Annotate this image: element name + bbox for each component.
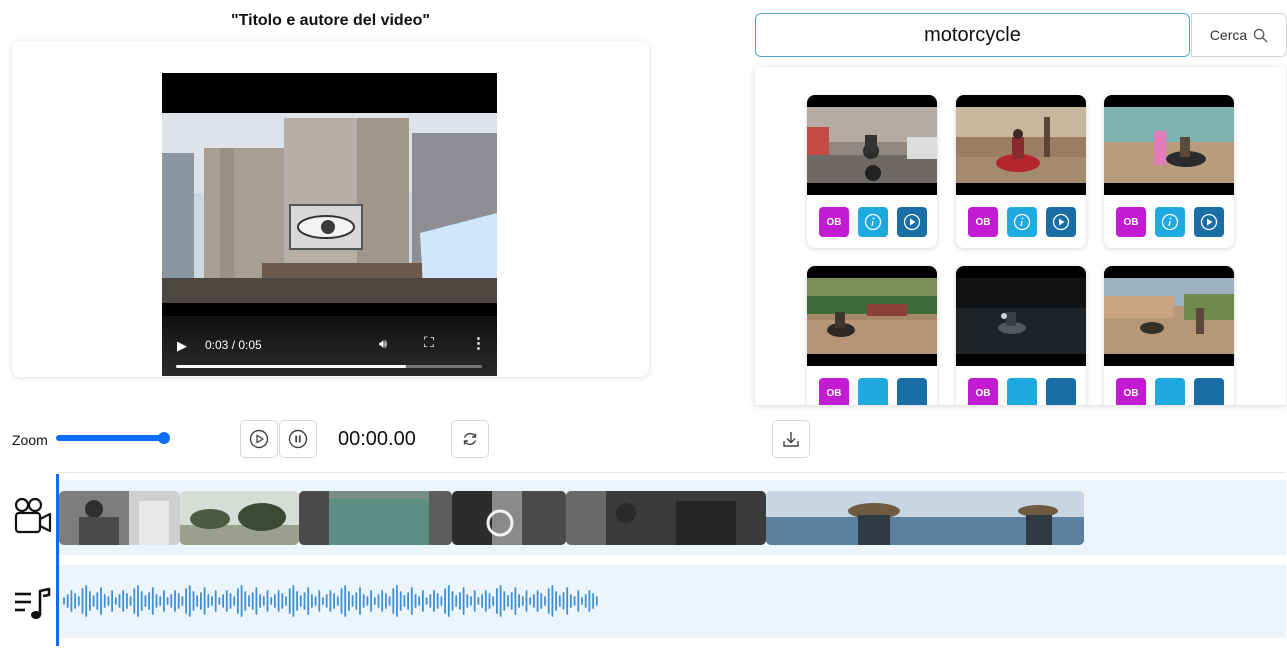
result-card[interactable]: OB (807, 95, 937, 248)
video-frame (162, 113, 497, 303)
play-circle-icon (1200, 213, 1218, 231)
info-button[interactable] (858, 378, 888, 405)
preview-button[interactable] (1046, 207, 1076, 237)
result-thumbnail[interactable] (956, 95, 1086, 195)
result-thumbnail[interactable] (807, 266, 937, 366)
video-clip[interactable] (299, 491, 452, 545)
video-title: "Titolo e autore del video" (231, 12, 430, 29)
zoom-slider[interactable] (56, 435, 168, 441)
result-actions: OB (1116, 378, 1224, 405)
video-clip[interactable] (180, 491, 299, 545)
result-card[interactable]: OB (1104, 266, 1234, 405)
ob-button[interactable]: OB (968, 378, 998, 405)
info-icon (1013, 213, 1031, 231)
video-clips (59, 491, 1084, 545)
play-circle-icon (1052, 213, 1070, 231)
ob-button[interactable]: OB (968, 207, 998, 237)
ob-button[interactable]: OB (1116, 378, 1146, 405)
preview-button[interactable] (1194, 207, 1224, 237)
search-input[interactable] (755, 13, 1190, 57)
result-thumbnail[interactable] (1104, 266, 1234, 366)
play-icon (249, 429, 269, 449)
result-card[interactable]: OB (956, 95, 1086, 248)
preview-button[interactable] (897, 207, 927, 237)
video-camera-icon (14, 497, 52, 534)
ob-button[interactable]: OB (1116, 207, 1146, 237)
thumbnail-image (1104, 278, 1234, 354)
result-actions: OB (968, 207, 1076, 237)
thumbnail-image (1104, 107, 1234, 183)
video-player[interactable]: ▶ 0:03 / 0:05 🔊︎ ⛶ ⋮ (162, 73, 497, 376)
info-button[interactable] (1155, 207, 1185, 237)
result-thumbnail[interactable] (1104, 95, 1234, 195)
preview-button[interactable] (1194, 378, 1224, 405)
result-card[interactable]: OB (956, 266, 1086, 405)
result-thumbnail[interactable] (956, 266, 1086, 366)
thumbnail-image (956, 278, 1086, 354)
play-button[interactable] (240, 420, 278, 458)
refresh-button[interactable] (451, 420, 489, 458)
volume-icon[interactable]: 🔊︎ (379, 336, 387, 352)
info-button[interactable] (1155, 378, 1185, 405)
search-results-panel[interactable]: OB OB OB OB OB OB (755, 67, 1286, 405)
thumbnail-image (807, 278, 937, 354)
audio-track[interactable] (57, 565, 1286, 638)
info-button[interactable] (1007, 207, 1037, 237)
thumbnail-image (956, 107, 1086, 183)
result-actions: OB (819, 378, 927, 405)
more-options-icon[interactable]: ⋮ (471, 334, 486, 352)
result-actions: OB (968, 378, 1076, 405)
preview-button[interactable] (1046, 378, 1076, 405)
timeline-playhead[interactable] (56, 474, 59, 646)
ob-button[interactable]: OB (819, 207, 849, 237)
zoom-label: Zoom (12, 432, 48, 448)
info-icon (1161, 213, 1179, 231)
video-clip[interactable] (452, 491, 566, 545)
info-button[interactable] (858, 207, 888, 237)
player-controls: ▶ 0:03 / 0:05 🔊︎ ⛶ ⋮ (162, 316, 497, 376)
player-play-icon[interactable]: ▶ (177, 338, 187, 354)
video-card: ▶ 0:03 / 0:05 🔊︎ ⛶ ⋮ (12, 41, 649, 377)
play-circle-icon (903, 213, 921, 231)
result-actions: OB (1116, 207, 1224, 237)
fullscreen-icon[interactable]: ⛶ (424, 334, 434, 351)
player-time: 0:03 / 0:05 (205, 338, 262, 352)
video-clip[interactable] (566, 491, 766, 545)
download-button[interactable] (772, 420, 810, 458)
player-progress-bar[interactable] (176, 365, 482, 368)
thumbnail-image (807, 107, 937, 183)
ob-button[interactable]: OB (819, 378, 849, 405)
result-card[interactable]: OB (1104, 95, 1234, 248)
audio-waveform[interactable] (60, 565, 620, 638)
result-card[interactable]: OB (807, 266, 937, 405)
pause-button[interactable] (279, 420, 317, 458)
video-clip[interactable] (766, 491, 1084, 545)
video-track[interactable] (57, 480, 1286, 555)
timecode-display: 00:00.00 (338, 428, 416, 450)
result-actions: OB (819, 207, 927, 237)
search-icon (1253, 28, 1268, 43)
search-button[interactable]: Cerca (1191, 13, 1287, 57)
download-icon (783, 432, 799, 447)
video-clip[interactable] (59, 491, 180, 545)
zoom-slider-handle[interactable] (158, 432, 170, 444)
preview-button[interactable] (897, 378, 927, 405)
pause-icon (288, 429, 308, 449)
player-progress-fill (176, 365, 406, 368)
search-button-label: Cerca (1209, 27, 1248, 43)
music-track-icon (15, 587, 51, 619)
result-thumbnail[interactable] (807, 95, 937, 195)
info-button[interactable] (1007, 378, 1037, 405)
timeline-top-border (57, 472, 1286, 473)
refresh-icon (463, 432, 477, 446)
info-icon (864, 213, 882, 231)
